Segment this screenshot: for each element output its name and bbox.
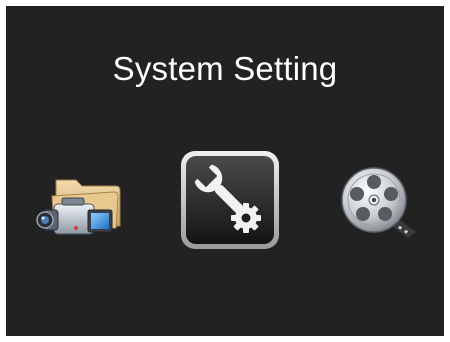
wrench-gear-settings-icon [181,151,279,249]
system-setting-menu-item[interactable] [178,148,282,252]
video-folder-menu-item[interactable] [36,166,124,248]
film-menu-item[interactable] [338,162,422,246]
film-reel-icon [341,167,416,238]
menu-screen: System Setting [6,6,444,336]
page-title: System Setting [112,50,338,87]
camcorder-folder-icon [36,179,121,235]
